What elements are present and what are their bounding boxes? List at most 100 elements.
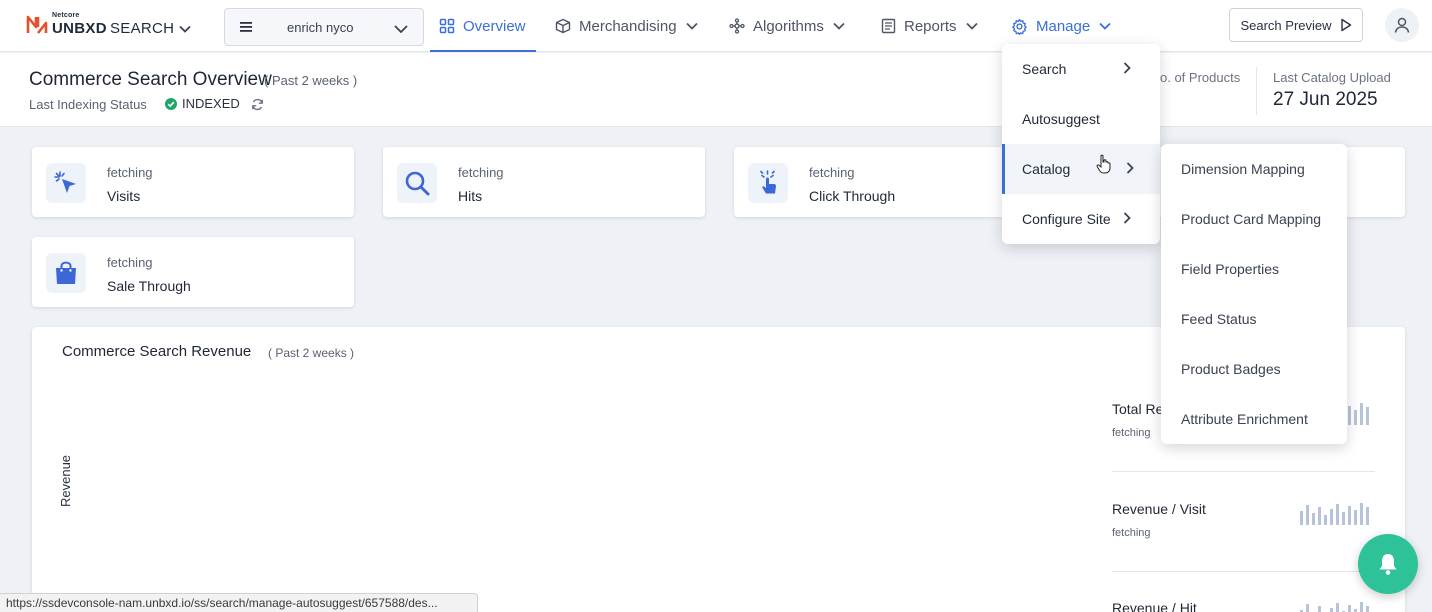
metric-card-hits[interactable]: fetching Hits [383,147,705,217]
revenue-axis-label: Revenue [58,454,73,507]
menu-item-label: Product Card Mapping [1181,211,1322,227]
menu-item-label: Search [1022,61,1067,77]
catalog-menu-item-feed-status[interactable]: Feed Status [1161,294,1347,344]
chevron-right-icon [1123,62,1131,74]
menu-item-label: Configure Site [1022,211,1111,227]
metric-name: Hits [458,188,483,204]
metric-status: fetching [107,165,153,180]
metric-name: Click Through [809,188,896,204]
search-preview-label: Search Preview [1240,17,1332,33]
metric-card-sale-through[interactable]: fetching Sale Through [32,237,354,307]
manage-menu-item-autosuggest[interactable]: Autosuggest [1002,94,1160,144]
search-icon [397,163,437,203]
catalog-menu-item-product-badges[interactable]: Product Badges [1161,344,1347,394]
brand-product: SEARCH [110,20,175,37]
metric-status: fetching [458,165,504,180]
nav-manage-label: Manage [1036,17,1091,35]
menu-item-label: Autosuggest [1022,111,1100,127]
kpi-divider [1112,471,1375,472]
cursor-click-icon [46,163,86,203]
brand-name: UNBXD [52,20,107,37]
check-circle-icon [165,97,177,110]
catalog-menu-item-attribute-enrichment[interactable]: Attribute Enrichment [1161,394,1347,444]
products-count-label: o. of Products [1160,70,1241,85]
menu-item-label: Feed Status [1181,311,1257,327]
manage-menu-item-configure-site[interactable]: Configure Site [1002,194,1160,244]
pointer-tap-icon [748,163,788,203]
nav-reports-label: Reports [904,17,957,35]
metric-name: Visits [107,188,141,204]
hand-cursor-icon [1096,154,1111,174]
catalog-menu-item-dimension-mapping[interactable]: Dimension Mapping [1161,144,1347,194]
nav-overview-label: Overview [463,17,526,35]
nav-overview[interactable]: Overview [430,0,535,52]
catalog-upload-value: 27 Jun 2025 [1273,89,1378,110]
grid-icon [439,18,455,34]
browser-status-url: https://ssdevconsole-nam.unbxd.io/ss/sea… [0,593,478,612]
menu-item-label: Attribute Enrichment [1181,411,1308,427]
manage-menu-item-catalog[interactable]: Catalog [1002,144,1160,194]
search-preview-button[interactable]: Search Preview [1229,8,1363,42]
sparkline-icon [1300,503,1369,525]
kpi-value: fetching [1112,527,1151,539]
chevron-right-icon [1123,212,1131,224]
menu-item-label: Catalog [1022,161,1071,177]
menu-item-label: Field Properties [1181,261,1280,277]
indexing-status-badge: INDEXED [165,96,240,111]
nav-algorithms[interactable]: Algorithms [729,0,846,52]
chevron-right-icon [1126,162,1134,174]
overview-header: Commerce Search Overview ( Past 2 weeks … [0,53,1432,127]
catalog-menu-item-field-properties[interactable]: Field Properties [1161,244,1347,294]
menu-item-label: Product Badges [1181,361,1281,377]
shopping-bag-icon [46,253,86,293]
refresh-icon[interactable] [251,98,264,111]
user-avatar-button[interactable] [1385,8,1419,42]
chevron-down-icon [833,22,845,30]
chevron-down-icon [965,22,978,30]
top-navigation: Netcore UNBXD SEARCH enrich nyco Overvie… [0,0,1432,52]
nav-merchandising[interactable]: Merchandising [555,0,699,52]
stat-divider [1256,67,1257,115]
kpi-revenue-per-hit: Revenue / Hit [1112,600,1375,612]
notifications-button[interactable] [1358,534,1418,594]
unbxd-logo-icon [26,15,48,34]
metric-status: fetching [809,165,855,180]
manage-menu-item-search[interactable]: Search [1002,44,1160,94]
page-title: Commerce Search Overview [29,69,272,90]
menu-item-label: Dimension Mapping [1181,161,1305,177]
document-icon [881,18,896,34]
kpi-revenue-per-visit: Revenue / Visit fetching [1112,501,1375,539]
catalog-menu-item-product-card-mapping[interactable]: Product Card Mapping [1161,194,1347,244]
nav-algorithms-label: Algorithms [753,17,824,35]
indexing-status-label: Last Indexing Status [29,97,147,112]
page-title-period: ( Past 2 weeks ) [264,73,358,88]
play-icon [1340,18,1351,32]
site-selector[interactable]: enrich nyco [224,8,424,46]
bell-icon [1379,554,1397,575]
nav-reports[interactable]: Reports [881,0,979,52]
user-icon [1394,17,1410,33]
nodes-icon [729,18,745,34]
revenue-period: ( Past 2 weeks ) [268,346,355,360]
catalog-submenu: Dimension Mapping Product Card Mapping F… [1161,144,1347,444]
chevron-down-icon[interactable] [178,22,192,36]
chevron-down-icon [685,22,698,30]
menu-icon [240,22,252,32]
site-selector-value: enrich nyco [287,20,354,35]
indexing-status-value: INDEXED [182,96,240,111]
brand-top: Netcore [52,12,80,19]
chevron-down-icon [394,25,408,34]
metric-name: Sale Through [107,278,191,294]
revenue-title: Commerce Search Revenue [62,343,252,360]
gear-icon [1012,18,1027,35]
catalog-upload-label: Last Catalog Upload [1273,70,1391,85]
kpi-divider [1112,571,1375,572]
chevron-down-icon [1099,22,1111,30]
nav-merchandising-label: Merchandising [579,17,677,35]
sparkline-icon [1300,602,1369,612]
metric-status: fetching [107,255,153,270]
brand-logo[interactable]: Netcore UNBXD SEARCH [26,11,196,41]
box-icon [555,18,571,34]
metric-card-visits[interactable]: fetching Visits [32,147,354,217]
manage-dropdown-menu: Search Autosuggest Catalog Configure Sit… [1002,44,1160,244]
